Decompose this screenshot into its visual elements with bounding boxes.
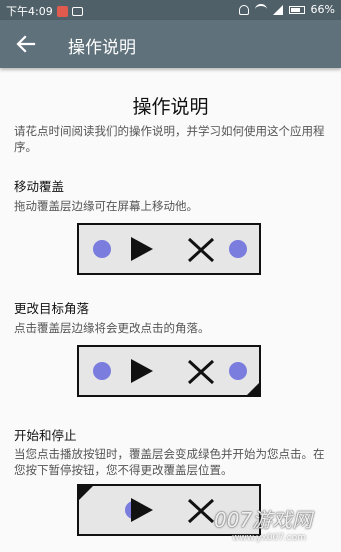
app-bar: 操作说明: [0, 20, 341, 68]
section-text-corner: 点击覆盖层边缘将会更改点击的角落。: [14, 321, 210, 335]
battery-icon: [288, 5, 305, 14]
section-text-move: 拖动覆盖层边缘可在屏幕上移动他。: [14, 199, 198, 213]
play-icon: [131, 359, 153, 383]
notification-icon: [56, 5, 68, 17]
section-text-start-stop: 当您点击播放按钮时，覆盖层会变成绿色并开始为您点击。在您按下暂停按钮，您不得更改…: [14, 447, 325, 477]
status-time: 下午4:09: [6, 5, 53, 18]
intro-text: 请花点时间阅读我们的操作说明，并学习如何使用这个应用程序。: [14, 124, 325, 154]
section-heading-move: 移动覆盖: [14, 179, 65, 194]
overlay-target-dot: [93, 240, 111, 258]
close-icon: [187, 237, 215, 263]
overlay-target-dot: [229, 362, 247, 380]
corner-marker: [247, 383, 259, 395]
wifi-icon: [254, 4, 267, 15]
watermark-url: www.yx007.com: [232, 533, 307, 543]
battery-percent: 66%: [310, 3, 335, 16]
overlay-demo-corner: [77, 345, 261, 397]
overlay-target-dot: [229, 240, 247, 258]
instructions-content[interactable]: 操作说明 请花点时间阅读我们的操作说明，并学习如何使用这个应用程序。 移动覆盖 …: [0, 68, 341, 552]
close-icon: [187, 359, 215, 385]
status-bar: 下午4:09 66%: [0, 0, 341, 20]
watermark: 007游戏网 www.yx007.com: [214, 504, 338, 543]
app-bar-title: 操作说明: [68, 38, 136, 58]
play-icon: [131, 237, 153, 261]
page-title: 操作说明: [132, 96, 209, 118]
mute-icon: [238, 4, 249, 15]
overlay-target-dot: [93, 362, 111, 380]
overlay-demo-move: [77, 223, 261, 275]
section-heading-start-stop: 开始和停止: [14, 428, 77, 443]
section-heading-corner: 更改目标角落: [14, 301, 90, 316]
corner-marker: [79, 486, 93, 500]
back-arrow-icon[interactable]: [14, 32, 38, 56]
message-icon: [71, 6, 83, 16]
close-icon: [187, 498, 215, 524]
watermark-text: 007游戏网: [214, 508, 313, 532]
play-icon: [131, 498, 153, 522]
signal-icon: [272, 4, 283, 15]
